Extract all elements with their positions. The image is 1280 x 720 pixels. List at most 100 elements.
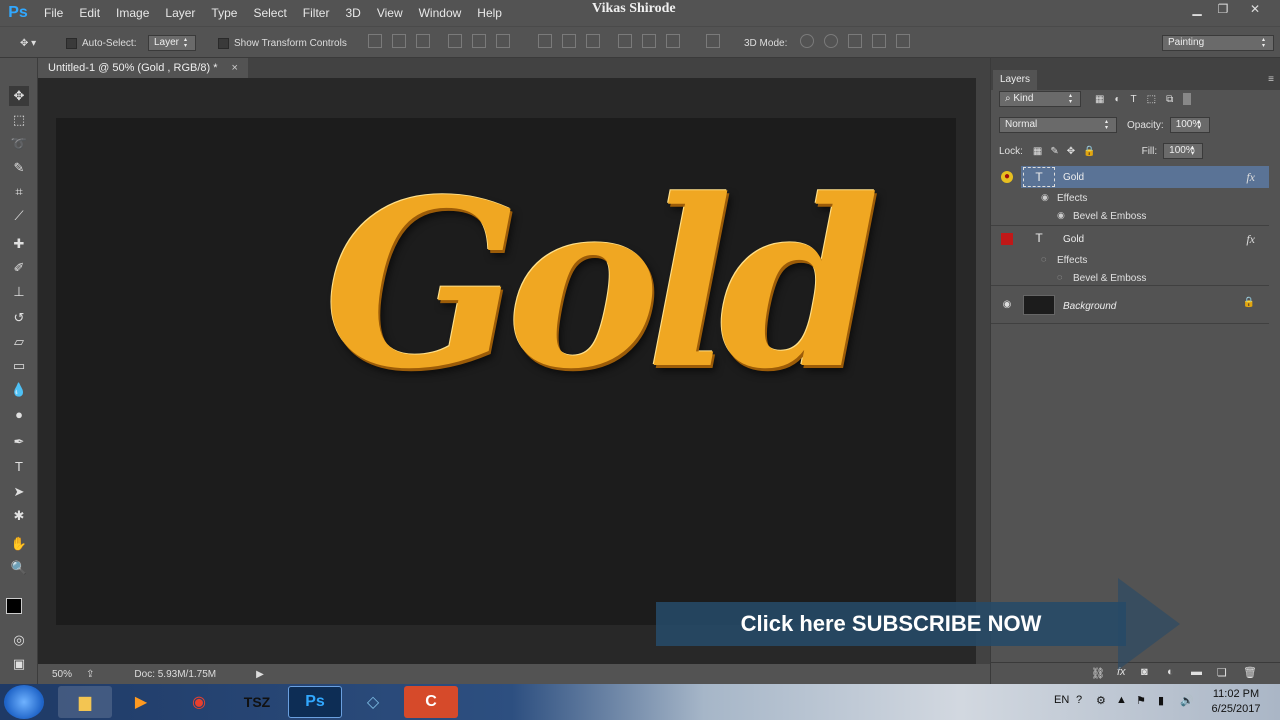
hidden-visibility-box[interactable] xyxy=(1001,233,1013,245)
healing-tool-icon[interactable]: ✚ xyxy=(9,234,29,254)
chrome-icon[interactable]: ◉ xyxy=(172,686,226,718)
menu-file[interactable]: File xyxy=(36,0,71,26)
distribute-hcenter-icon[interactable] xyxy=(642,34,656,48)
align-top-icon[interactable] xyxy=(368,34,382,48)
filter-pixel-icon[interactable]: ▦ xyxy=(1095,94,1104,105)
system-clock[interactable]: 11:02 PM 6/25/2017 xyxy=(1206,687,1266,717)
export-icon[interactable]: ⇪ xyxy=(86,669,94,680)
auto-select-option[interactable]: Auto-Select: xyxy=(66,27,136,59)
layer-row[interactable]: T Gold fx ◌ Effects ◌ Bevel & Emboss xyxy=(991,226,1269,286)
network-tray-icon[interactable]: ⚙ xyxy=(1096,694,1106,707)
crop-tool-icon[interactable]: ⌗ xyxy=(9,182,29,202)
bevel-eye-icon[interactable]: ◉ xyxy=(1057,210,1065,221)
menu-image[interactable]: Image xyxy=(108,0,157,26)
help-tray-icon[interactable]: ? xyxy=(1076,694,1082,706)
menu-3d[interactable]: 3D xyxy=(337,0,368,26)
vertical-scrollbar[interactable] xyxy=(976,78,990,664)
blend-mode-dropdown[interactable]: Normal xyxy=(999,117,1117,133)
3d-scale-icon[interactable] xyxy=(896,34,910,48)
fill-input[interactable]: 100% xyxy=(1163,143,1204,159)
opacity-input[interactable]: 100% xyxy=(1169,117,1210,133)
lock-transparent-icon[interactable]: ▦ xyxy=(1033,146,1042,157)
lock-all-icon[interactable]: 🔒 xyxy=(1083,146,1095,157)
delete-layer-icon[interactable]: 🗑 xyxy=(1243,666,1257,679)
lasso-tool-icon[interactable]: ➰ xyxy=(9,134,29,154)
media-player-icon[interactable]: ▶ xyxy=(114,686,168,718)
lock-position-icon[interactable]: ✥ xyxy=(1067,146,1075,157)
filter-smart-object-icon[interactable]: ⧉ xyxy=(1166,94,1173,105)
tsz-icon[interactable]: TSZ xyxy=(230,686,284,718)
document-close-icon[interactable]: × xyxy=(232,62,238,74)
background-thumbnail[interactable] xyxy=(1023,295,1055,315)
lock-image-icon[interactable]: ✎ xyxy=(1050,146,1058,157)
blur-tool-icon[interactable]: 💧 xyxy=(9,380,29,400)
dodge-tool-icon[interactable]: ● xyxy=(9,404,29,424)
menu-type[interactable]: Type xyxy=(203,0,245,26)
start-button[interactable] xyxy=(4,685,44,719)
notepad-icon[interactable]: ◇ xyxy=(346,686,400,718)
pen-tool-icon[interactable]: ✒ xyxy=(9,432,29,452)
type-layer-thumbnail[interactable]: T xyxy=(1023,167,1055,187)
visibility-eye-icon[interactable]: ◉ xyxy=(1001,299,1013,311)
gradient-tool-icon[interactable]: ▭ xyxy=(9,356,29,376)
camtasia-icon[interactable]: C xyxy=(404,686,458,718)
align-hcenter-icon[interactable] xyxy=(472,34,486,48)
layer-name[interactable]: Gold xyxy=(1063,172,1084,183)
show-transform-checkbox[interactable] xyxy=(218,37,229,49)
layer-fx-icon[interactable]: fx xyxy=(1246,232,1255,247)
align-bottom-icon[interactable] xyxy=(416,34,430,48)
align-left-icon[interactable] xyxy=(448,34,462,48)
layer-row[interactable]: ● T Gold fx ◉ Effects ◉ Bevel & Emboss xyxy=(991,166,1269,226)
visibility-eye-icon[interactable]: ● xyxy=(1001,171,1013,183)
power-tray-icon[interactable]: ▮ xyxy=(1158,694,1164,707)
distribute-vcenter-icon[interactable] xyxy=(562,34,576,48)
action-center-icon[interactable]: ⚑ xyxy=(1136,694,1146,707)
distribute-bottom-icon[interactable] xyxy=(586,34,600,48)
shape-tool-icon[interactable]: ✱ xyxy=(9,506,29,526)
quick-mask-icon[interactable]: ◎ xyxy=(9,630,29,650)
zoom-tool-icon[interactable]: 🔍 xyxy=(9,558,29,578)
3d-slide-icon[interactable] xyxy=(872,34,886,48)
distribute-left-icon[interactable] xyxy=(618,34,632,48)
eyedropper-tool-icon[interactable]: ⟋ xyxy=(9,206,29,226)
filter-type-icon[interactable]: T xyxy=(1131,94,1137,105)
menu-select[interactable]: Select xyxy=(245,0,294,26)
brush-tool-icon[interactable]: ✐ xyxy=(9,258,29,278)
align-right-icon[interactable] xyxy=(496,34,510,48)
auto-align-icon[interactable] xyxy=(706,34,720,48)
close-button[interactable]: ✕ xyxy=(1240,0,1270,18)
quick-select-tool-icon[interactable]: ✎ xyxy=(9,158,29,178)
align-vcenter-icon[interactable] xyxy=(392,34,406,48)
document-tab[interactable]: Untitled-1 @ 50% (Gold , RGB/8) * × xyxy=(38,58,248,78)
foreground-color-swatch[interactable] xyxy=(6,598,22,614)
volume-tray-icon[interactable]: 🔊 xyxy=(1180,694,1194,707)
type-layer-thumbnail[interactable]: T xyxy=(1023,228,1055,248)
filter-adjustment-icon[interactable]: ◐ xyxy=(1114,94,1120,105)
move-tool-preset[interactable]: ✥ ▾ xyxy=(20,27,36,59)
menu-help[interactable]: Help xyxy=(469,0,510,26)
bevel-eye-icon[interactable]: ◌ xyxy=(1057,272,1062,282)
language-indicator[interactable]: EN xyxy=(1054,694,1069,706)
filter-toggle[interactable] xyxy=(1183,93,1192,105)
explorer-icon[interactable]: ▆ xyxy=(58,686,112,718)
effects-eye-icon[interactable]: ◌ xyxy=(1041,254,1046,264)
layer-row[interactable]: ◉ Background 🔒 xyxy=(991,286,1269,324)
layer-name[interactable]: Gold xyxy=(1063,234,1084,245)
layer-name[interactable]: Background xyxy=(1063,301,1116,312)
move-tool-icon[interactable]: ✥ xyxy=(9,86,29,106)
document-canvas[interactable]: Gold xyxy=(56,118,956,625)
filter-shape-icon[interactable]: ⬚ xyxy=(1147,94,1156,105)
path-select-tool-icon[interactable]: ➤ xyxy=(9,482,29,502)
panel-menu-icon[interactable]: ≡ xyxy=(1268,74,1274,85)
menu-filter[interactable]: Filter xyxy=(295,0,338,26)
bevel-emboss-label[interactable]: Bevel & Emboss xyxy=(1073,211,1146,222)
3d-roll-icon[interactable] xyxy=(824,34,838,48)
history-brush-tool-icon[interactable]: ↺ xyxy=(9,308,29,328)
effects-eye-icon[interactable]: ◉ xyxy=(1041,192,1049,203)
distribute-top-icon[interactable] xyxy=(538,34,552,48)
clone-stamp-tool-icon[interactable]: ⊥ xyxy=(9,282,29,302)
3d-orbit-icon[interactable] xyxy=(800,34,814,48)
auto-select-checkbox[interactable] xyxy=(66,37,77,49)
auto-select-dropdown[interactable]: Layer xyxy=(148,35,197,51)
3d-pan-icon[interactable] xyxy=(848,34,862,48)
